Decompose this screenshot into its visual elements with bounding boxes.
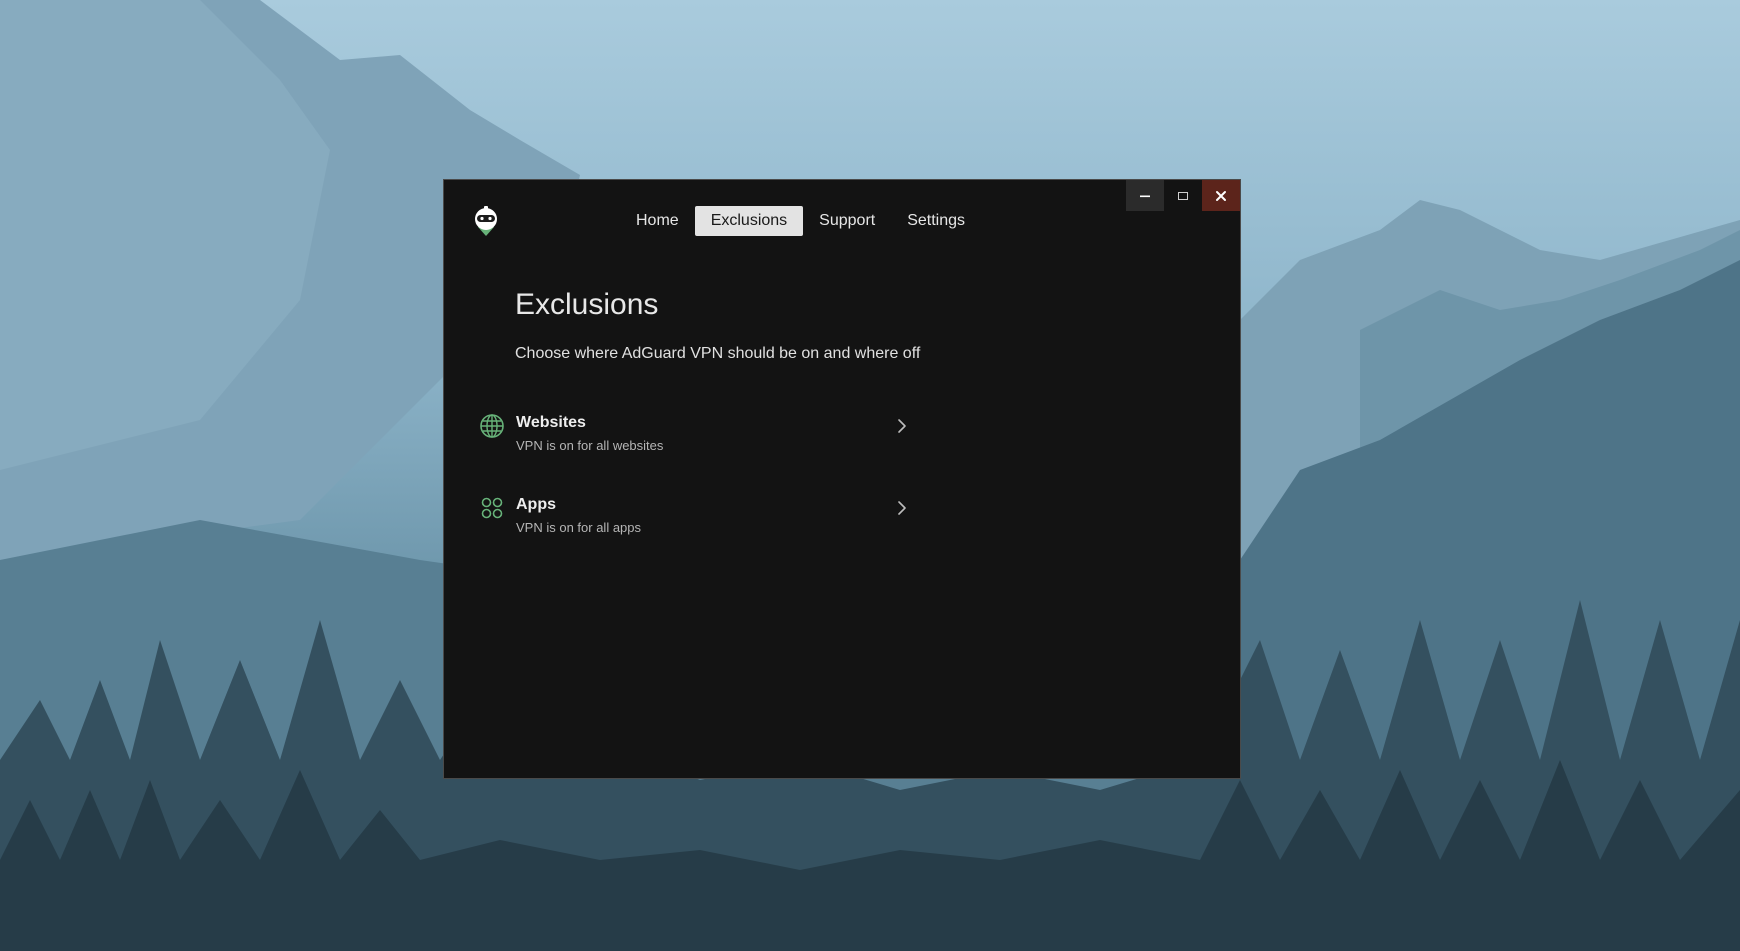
tab-exclusions[interactable]: Exclusions [694,206,804,236]
apps-title: Apps [516,496,556,513]
main-navigation: Home Exclusions Support Settings [620,206,981,236]
exclusion-item-websites[interactable]: Websites VPN is on for all websites [479,411,909,465]
tab-support[interactable]: Support [803,206,891,236]
page-title: Exclusions [515,288,659,321]
tab-settings[interactable]: Settings [891,206,981,236]
maximize-button[interactable] [1164,180,1202,211]
apps-grid-icon [481,497,503,519]
page-subtitle: Choose where AdGuard VPN should be on an… [515,345,921,362]
globe-icon [480,414,504,438]
minimize-button[interactable] [1126,180,1164,211]
websites-title: Websites [516,414,586,431]
window-controls [1126,180,1240,211]
chevron-right-icon [898,501,906,515]
minimize-icon [1140,195,1150,197]
chevron-right-icon [898,419,906,433]
adguard-robot-logo-icon [475,206,497,236]
adguard-vpn-window: Home Exclusions Support Settings Exclusi… [443,179,1241,779]
maximize-icon [1178,191,1188,200]
websites-description: VPN is on for all websites [516,438,664,453]
tab-home[interactable]: Home [620,206,695,236]
exclusion-item-apps[interactable]: Apps VPN is on for all apps [479,493,909,547]
close-icon [1216,190,1226,201]
apps-description: VPN is on for all apps [516,520,642,535]
close-button[interactable] [1202,180,1240,211]
